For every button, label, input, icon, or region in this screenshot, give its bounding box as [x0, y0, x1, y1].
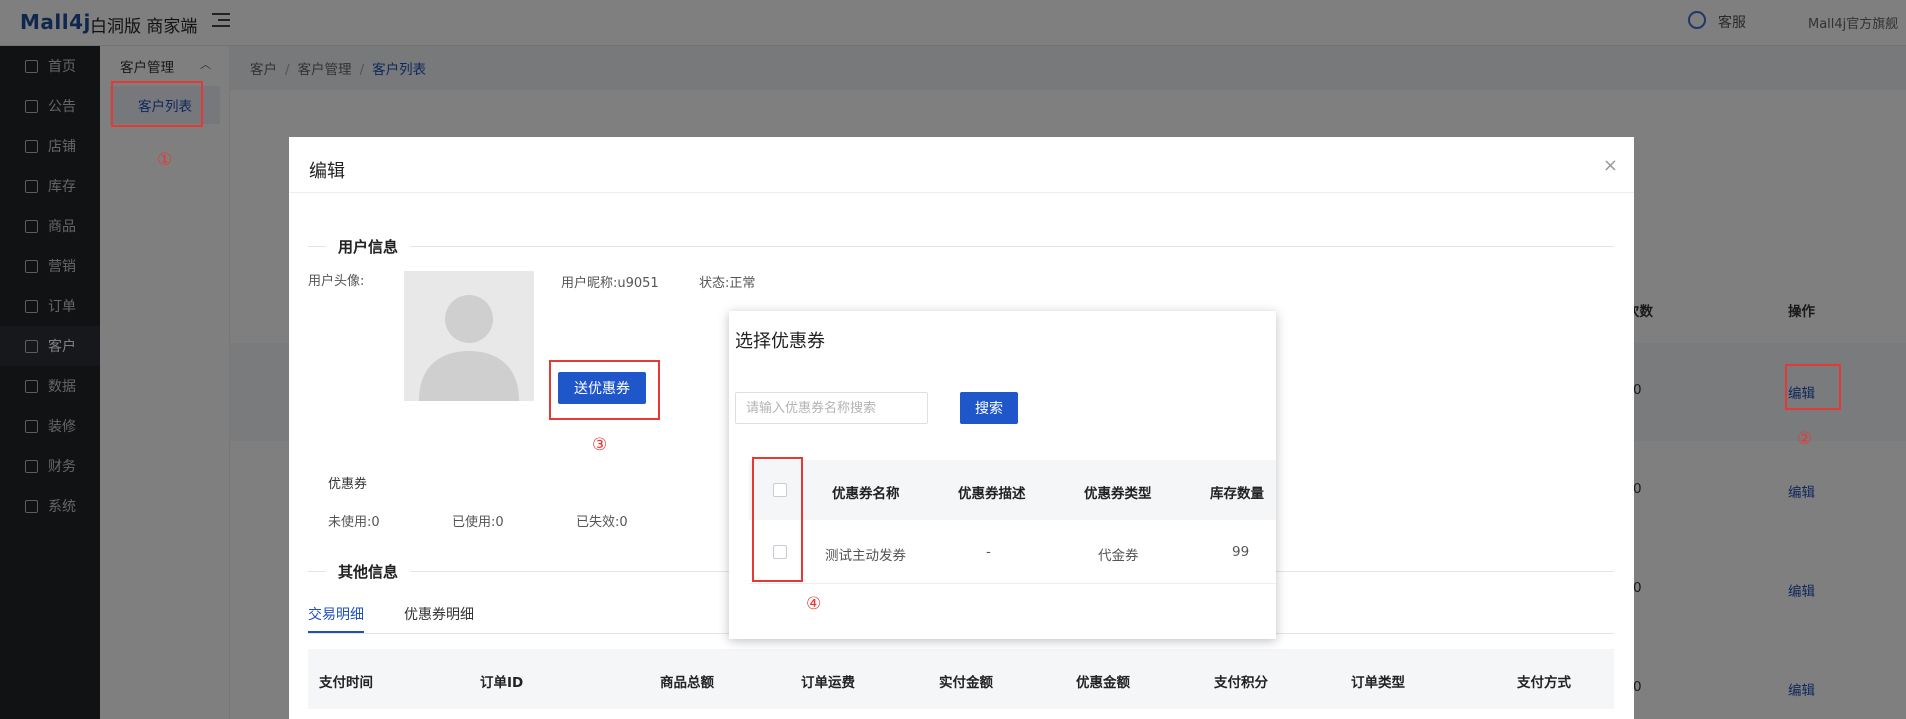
column-header: 优惠券描述: [958, 486, 1026, 502]
avatar-label: 用户头像:: [308, 274, 365, 289]
annotation-marker-2: ②: [1797, 429, 1813, 449]
coupon-unused-count: 未使用:0: [328, 515, 380, 530]
dialog-divider: [289, 192, 1634, 193]
default-avatar-icon: [419, 295, 519, 401]
annotation-box-4: [752, 457, 803, 582]
user-info-section-title: 用户信息: [326, 236, 411, 257]
status-text: 状态:正常: [699, 276, 756, 291]
annotation-box-3: [549, 360, 660, 420]
column-header: 支付积分: [1214, 675, 1268, 691]
column-header: 优惠金额: [1076, 675, 1130, 691]
column-header: 支付时间: [319, 675, 373, 691]
annotation-marker-1: ①: [157, 150, 173, 170]
column-header: 实付金额: [939, 675, 993, 691]
coupon-search-input[interactable]: [735, 392, 928, 424]
coupon-section-title: 优惠券: [328, 477, 368, 492]
column-header: 订单运费: [801, 675, 855, 691]
coupon-used-count: 已使用:0: [452, 515, 504, 530]
coupon-search-button[interactable]: 搜索: [960, 392, 1018, 424]
column-header: 优惠券名称: [832, 486, 900, 502]
dialog-title: 编辑: [309, 161, 345, 182]
other-info-section-title: 其他信息: [326, 561, 411, 582]
coupon-type-cell: 代金券: [1098, 548, 1139, 564]
section-divider: [308, 246, 1614, 247]
coupon-stock-cell: 99: [1232, 544, 1250, 560]
annotation-box-1: [111, 81, 203, 127]
column-header: 支付方式: [1517, 675, 1571, 691]
annotation-marker-4: ④: [806, 594, 822, 614]
nickname-text: 用户昵称:u9051: [561, 276, 659, 291]
column-header: 订单ID: [480, 675, 524, 691]
close-icon[interactable]: ×: [1603, 155, 1618, 176]
column-header: 库存数量: [1210, 486, 1264, 502]
tab-transaction-detail[interactable]: 交易明细: [308, 604, 364, 624]
column-header: 订单类型: [1351, 675, 1405, 691]
popup-title: 选择优惠券: [735, 331, 825, 352]
avatar: [404, 271, 534, 401]
coupon-desc-cell: -: [986, 544, 991, 560]
trade-table-header: 支付时间 订单ID 商品总额 订单运费 实付金额 优惠金额 支付积分 订单类型 …: [308, 649, 1614, 709]
coupon-name-cell: 测试主动发券: [825, 548, 906, 564]
column-header: 商品总额: [660, 675, 714, 691]
coupon-expired-count: 已失效:0: [576, 515, 628, 530]
annotation-marker-3: ③: [592, 435, 608, 455]
select-coupon-popup: 选择优惠券 搜索 优惠券名称 优惠券描述 优惠券类型 库存数量 测试主动发券 -…: [729, 311, 1276, 639]
table-row[interactable]: 测试主动发券 - 代金券 99: [749, 520, 1276, 584]
tab-coupon-detail[interactable]: 优惠券明细: [404, 604, 474, 624]
column-header: 优惠券类型: [1084, 486, 1152, 502]
annotation-box-2: [1785, 364, 1841, 410]
coupon-table-header: 优惠券名称 优惠券描述 优惠券类型 库存数量: [749, 460, 1276, 520]
